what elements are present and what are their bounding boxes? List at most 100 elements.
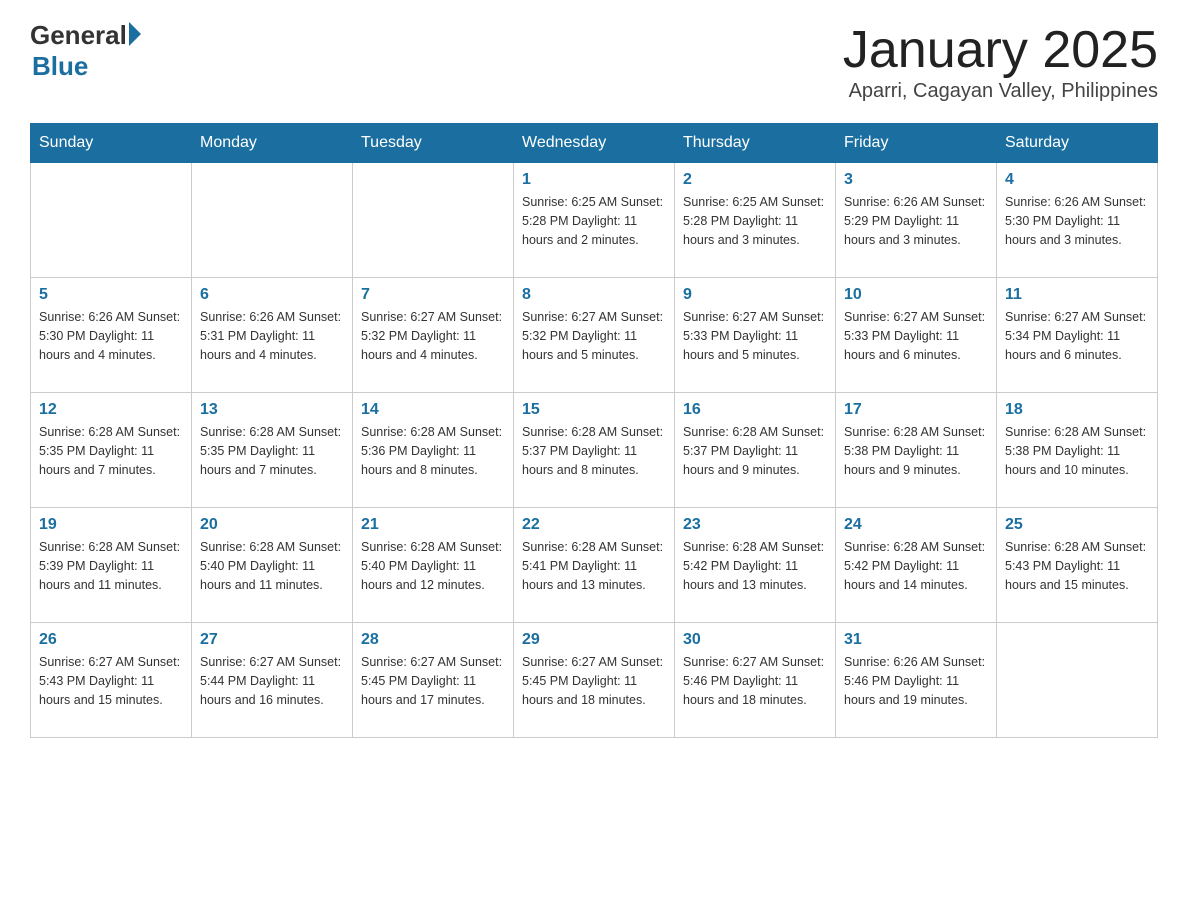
calendar-cell: 11 Sunrise: 6:27 AM Sunset: 5:34 PM Dayli… [997, 278, 1158, 393]
day-number: 13 [200, 401, 344, 419]
day-number: 25 [1005, 516, 1149, 534]
day-info: Sunrise: 6:28 AM Sunset: 5:42 PM Dayligh… [844, 538, 988, 594]
day-number: 29 [522, 631, 666, 649]
day-info: Sunrise: 6:28 AM Sunset: 5:39 PM Dayligh… [39, 538, 183, 594]
header-row: SundayMondayTuesdayWednesdayThursdayFrid… [31, 124, 1158, 163]
calendar-cell: 10Sunrise: 6:27 AM Sunset: 5:33 PM Dayli… [836, 278, 997, 393]
header-day-thursday: Thursday [675, 124, 836, 163]
calendar-cell: 27 Sunrise: 6:27 AM Sunset: 5:44 PM Dayli… [192, 623, 353, 738]
week-row-4: 19 Sunrise: 6:28 AM Sunset: 5:39 PM Dayli… [31, 508, 1158, 623]
day-info: Sunrise: 6:28 AM Sunset: 5:43 PM Dayligh… [1005, 538, 1149, 594]
title-section: January 2025 Aparri, Cagayan Valley, Phi… [843, 20, 1158, 103]
calendar-cell: 5 Sunrise: 6:26 AM Sunset: 5:30 PM Daylig… [31, 278, 192, 393]
calendar-cell: 17Sunrise: 6:28 AM Sunset: 5:38 PM Dayli… [836, 393, 997, 508]
day-info: Sunrise: 6:27 AM Sunset: 5:45 PM Dayligh… [522, 653, 666, 709]
month-title: January 2025 [843, 20, 1158, 80]
day-number: 14 [361, 401, 505, 419]
day-number: 4 [1005, 171, 1149, 189]
day-number: 30 [683, 631, 827, 649]
day-info: Sunrise: 6:28 AM Sunset: 5:42 PM Dayligh… [683, 538, 827, 594]
calendar-cell: 6 Sunrise: 6:26 AM Sunset: 5:31 PM Daylig… [192, 278, 353, 393]
calendar-cell: 3 Sunrise: 6:26 AM Sunset: 5:29 PM Daylig… [836, 163, 997, 278]
calendar-cell: 28Sunrise: 6:27 AM Sunset: 5:45 PM Dayli… [353, 623, 514, 738]
day-number: 18 [1005, 401, 1149, 419]
calendar-table: SundayMondayTuesdayWednesdayThursdayFrid… [30, 123, 1158, 738]
calendar-cell: 4 Sunrise: 6:26 AM Sunset: 5:30 PM Daylig… [997, 163, 1158, 278]
day-number: 19 [39, 516, 183, 534]
day-info: Sunrise: 6:27 AM Sunset: 5:34 PM Dayligh… [1005, 308, 1149, 364]
day-number: 2 [683, 171, 827, 189]
day-number: 8 [522, 286, 666, 304]
calendar-cell: 24 Sunrise: 6:28 AM Sunset: 5:42 PM Dayli… [836, 508, 997, 623]
day-info: Sunrise: 6:27 AM Sunset: 5:43 PM Dayligh… [39, 653, 183, 709]
calendar-cell: 25 Sunrise: 6:28 AM Sunset: 5:43 PM Dayli… [997, 508, 1158, 623]
calendar-header: SundayMondayTuesdayWednesdayThursdayFrid… [31, 124, 1158, 163]
day-info: Sunrise: 6:27 AM Sunset: 5:46 PM Dayligh… [683, 653, 827, 709]
day-info: Sunrise: 6:27 AM Sunset: 5:32 PM Dayligh… [522, 308, 666, 364]
calendar-cell [997, 623, 1158, 738]
calendar-cell: 29 Sunrise: 6:27 AM Sunset: 5:45 PM Dayli… [514, 623, 675, 738]
calendar-cell: 21 Sunrise: 6:28 AM Sunset: 5:40 PM Dayli… [353, 508, 514, 623]
day-info: Sunrise: 6:28 AM Sunset: 5:41 PM Dayligh… [522, 538, 666, 594]
day-info: Sunrise: 6:28 AM Sunset: 5:40 PM Dayligh… [361, 538, 505, 594]
week-row-5: 26 Sunrise: 6:27 AM Sunset: 5:43 PM Dayli… [31, 623, 1158, 738]
day-info: Sunrise: 6:28 AM Sunset: 5:35 PM Dayligh… [39, 423, 183, 479]
week-row-1: 1 Sunrise: 6:25 AM Sunset: 5:28 PM Daylig… [31, 163, 1158, 278]
day-number: 20 [200, 516, 344, 534]
day-info: Sunrise: 6:28 AM Sunset: 5:40 PM Dayligh… [200, 538, 344, 594]
calendar-cell: 22Sunrise: 6:28 AM Sunset: 5:41 PM Dayli… [514, 508, 675, 623]
day-info: Sunrise: 6:26 AM Sunset: 5:46 PM Dayligh… [844, 653, 988, 709]
calendar-cell: 9Sunrise: 6:27 AM Sunset: 5:33 PM Daylig… [675, 278, 836, 393]
week-row-2: 5 Sunrise: 6:26 AM Sunset: 5:30 PM Daylig… [31, 278, 1158, 393]
day-info: Sunrise: 6:26 AM Sunset: 5:30 PM Dayligh… [1005, 193, 1149, 249]
calendar-cell: 14 Sunrise: 6:28 AM Sunset: 5:36 PM Dayli… [353, 393, 514, 508]
header-day-wednesday: Wednesday [514, 124, 675, 163]
calendar-cell: 18 Sunrise: 6:28 AM Sunset: 5:38 PM Dayli… [997, 393, 1158, 508]
header-day-sunday: Sunday [31, 124, 192, 163]
day-number: 10 [844, 286, 988, 304]
day-number: 3 [844, 171, 988, 189]
calendar-cell: 12 Sunrise: 6:28 AM Sunset: 5:35 PM Dayli… [31, 393, 192, 508]
day-number: 11 [1005, 286, 1149, 304]
day-info: Sunrise: 6:28 AM Sunset: 5:36 PM Dayligh… [361, 423, 505, 479]
calendar-body: 1 Sunrise: 6:25 AM Sunset: 5:28 PM Daylig… [31, 163, 1158, 738]
day-number: 1 [522, 171, 666, 189]
day-info: Sunrise: 6:28 AM Sunset: 5:38 PM Dayligh… [1005, 423, 1149, 479]
calendar-cell: 15 Sunrise: 6:28 AM Sunset: 5:37 PM Dayli… [514, 393, 675, 508]
day-info: Sunrise: 6:27 AM Sunset: 5:32 PM Dayligh… [361, 308, 505, 364]
day-info: Sunrise: 6:27 AM Sunset: 5:44 PM Dayligh… [200, 653, 344, 709]
calendar-cell: 8 Sunrise: 6:27 AM Sunset: 5:32 PM Daylig… [514, 278, 675, 393]
header-day-friday: Friday [836, 124, 997, 163]
day-number: 24 [844, 516, 988, 534]
day-number: 26 [39, 631, 183, 649]
week-row-3: 12 Sunrise: 6:28 AM Sunset: 5:35 PM Dayli… [31, 393, 1158, 508]
day-info: Sunrise: 6:26 AM Sunset: 5:30 PM Dayligh… [39, 308, 183, 364]
calendar-cell: 26 Sunrise: 6:27 AM Sunset: 5:43 PM Dayli… [31, 623, 192, 738]
day-info: Sunrise: 6:26 AM Sunset: 5:31 PM Dayligh… [200, 308, 344, 364]
header-day-tuesday: Tuesday [353, 124, 514, 163]
header-day-monday: Monday [192, 124, 353, 163]
day-number: 15 [522, 401, 666, 419]
location-subtitle: Aparri, Cagayan Valley, Philippines [843, 80, 1158, 103]
calendar-cell: 2 Sunrise: 6:25 AM Sunset: 5:28 PM Daylig… [675, 163, 836, 278]
day-info: Sunrise: 6:26 AM Sunset: 5:29 PM Dayligh… [844, 193, 988, 249]
logo: General Blue [30, 20, 141, 82]
calendar-cell: 31Sunrise: 6:26 AM Sunset: 5:46 PM Dayli… [836, 623, 997, 738]
calendar-cell [192, 163, 353, 278]
day-number: 7 [361, 286, 505, 304]
day-number: 12 [39, 401, 183, 419]
calendar-cell: 13Sunrise: 6:28 AM Sunset: 5:35 PM Dayli… [192, 393, 353, 508]
logo-arrow-icon [129, 22, 141, 46]
day-number: 21 [361, 516, 505, 534]
day-number: 5 [39, 286, 183, 304]
day-info: Sunrise: 6:25 AM Sunset: 5:28 PM Dayligh… [683, 193, 827, 249]
day-info: Sunrise: 6:28 AM Sunset: 5:37 PM Dayligh… [522, 423, 666, 479]
logo-text-general: General [30, 20, 127, 51]
day-info: Sunrise: 6:28 AM Sunset: 5:38 PM Dayligh… [844, 423, 988, 479]
calendar-cell: 16Sunrise: 6:28 AM Sunset: 5:37 PM Dayli… [675, 393, 836, 508]
logo-text-blue: Blue [32, 51, 88, 82]
day-number: 27 [200, 631, 344, 649]
day-number: 6 [200, 286, 344, 304]
calendar-cell [353, 163, 514, 278]
page-header: General Blue January 2025 Aparri, Cagaya… [30, 20, 1158, 103]
